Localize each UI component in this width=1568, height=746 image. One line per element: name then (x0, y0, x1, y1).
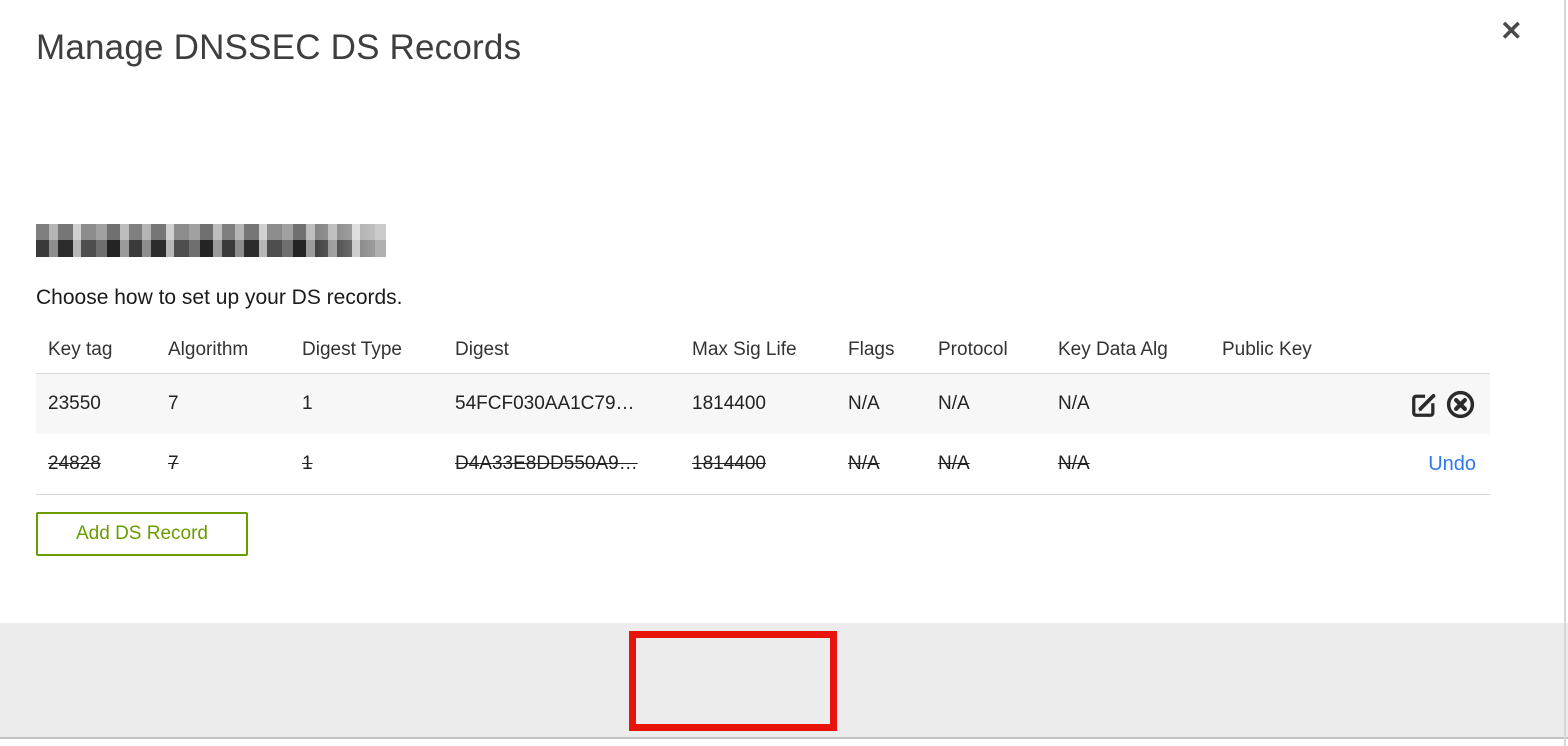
table-row-active: 23550 7 1 54FCF030AA1C79… 1814400 N/A N/… (36, 373, 1490, 434)
delete-record-icon[interactable] (1445, 389, 1476, 420)
row-actions (1372, 389, 1476, 420)
row-actions: Undo (1372, 453, 1476, 476)
cell-flags: N/A (848, 453, 880, 474)
table-row-marked-for-deletion: 24828 7 1 D4A33E8DD550A9… 1814400 N/A N/… (36, 434, 1490, 495)
edit-record-icon[interactable] (1409, 389, 1440, 420)
col-header-flags: Flags (848, 338, 895, 360)
redacted-domain-name (36, 224, 386, 257)
col-header-digest: Digest (455, 338, 509, 360)
manage-dnssec-dialog: Manage DNSSEC DS Records ✕ Choose how to… (0, 0, 1568, 746)
ds-records-table: Key tag Algorithm Digest Type Digest Max… (36, 326, 1490, 495)
col-header-max-sig-life: Max Sig Life (692, 338, 797, 360)
add-ds-record-button[interactable]: Add DS Record (36, 512, 248, 556)
cell-key-tag: 23550 (48, 393, 101, 414)
col-header-algorithm: Algorithm (168, 338, 249, 360)
cell-key-data-alg: N/A (1058, 393, 1090, 414)
cell-flags: N/A (848, 393, 880, 414)
cell-digest: 54FCF030AA1C79… (455, 393, 635, 414)
col-header-protocol: Protocol (938, 338, 1008, 360)
col-header-public-key: Public Key (1222, 338, 1312, 360)
page-title: Manage DNSSEC DS Records (36, 28, 522, 67)
undo-link[interactable]: Undo (1428, 453, 1476, 476)
cell-algorithm: 7 (168, 393, 179, 414)
cell-algorithm: 7 (168, 453, 179, 474)
close-icon[interactable]: ✕ (1500, 18, 1523, 45)
cell-digest: D4A33E8DD550A9… (455, 453, 638, 474)
col-header-key-data-alg: Key Data Alg (1058, 338, 1168, 360)
cell-key-tag: 24828 (48, 453, 101, 474)
table-header-row: Key tag Algorithm Digest Type Digest Max… (36, 326, 1490, 373)
col-header-digest-type: Digest Type (302, 338, 402, 360)
cell-protocol: N/A (938, 453, 970, 474)
instruction-text: Choose how to set up your DS records. (36, 286, 403, 309)
col-header-key-tag: Key tag (48, 338, 113, 360)
cell-digest-type: 1 (302, 453, 313, 474)
cell-digest-type: 1 (302, 393, 313, 414)
cell-protocol: N/A (938, 393, 970, 414)
dialog-footer: Save Cancel (0, 623, 1568, 739)
cell-max-sig-life: 1814400 (692, 453, 766, 474)
cell-key-data-alg: N/A (1058, 453, 1090, 474)
cell-max-sig-life: 1814400 (692, 393, 766, 414)
